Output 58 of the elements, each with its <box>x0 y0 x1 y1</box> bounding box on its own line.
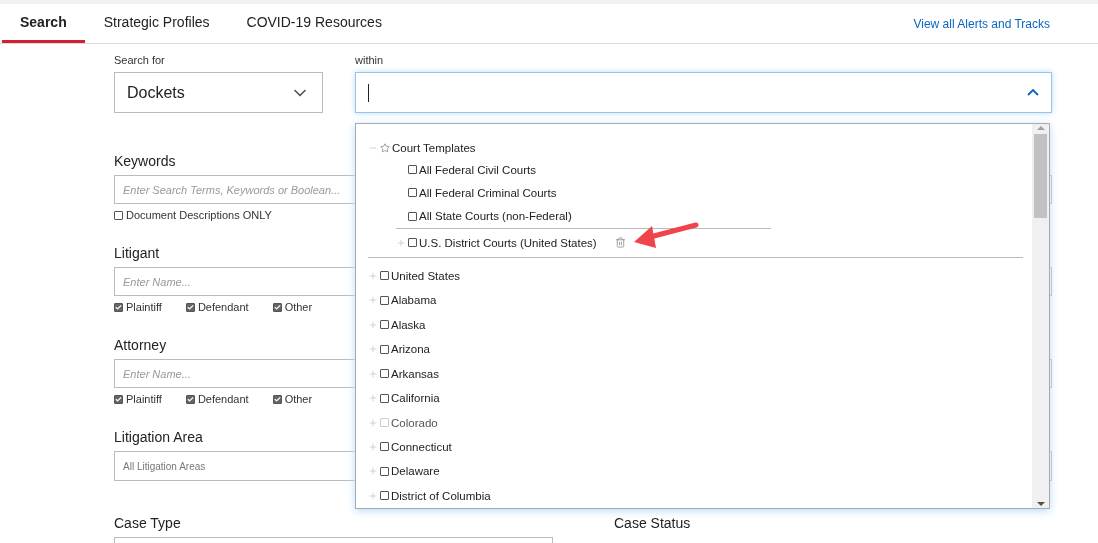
field-label: Attorney <box>114 337 167 353</box>
arrow-drawing <box>632 220 700 250</box>
checkbox-label: Other <box>284 301 313 313</box>
checkbox-label: Plaintiff <box>126 301 162 313</box>
checkbox[interactable] <box>408 188 417 198</box>
within-field[interactable] <box>355 72 1052 113</box>
checkbox[interactable] <box>380 369 389 379</box>
checkbox[interactable] <box>380 491 389 501</box>
checkbox[interactable] <box>380 393 389 403</box>
scrollbar[interactable] <box>1032 124 1049 508</box>
checkbox[interactable] <box>380 295 389 305</box>
checkbox[interactable] <box>408 211 417 221</box>
checkbox[interactable] <box>114 302 123 312</box>
tree-item[interactable]: Arkansas <box>391 367 439 380</box>
tab[interactable]: Search <box>2 4 85 43</box>
tree-item[interactable]: United States <box>391 269 461 282</box>
checkbox[interactable] <box>114 210 123 220</box>
tree-item[interactable]: Alaska <box>391 318 426 331</box>
checkbox[interactable] <box>380 466 389 476</box>
tree-item[interactable]: U.S. District Courts (United States) <box>419 236 597 249</box>
checkbox-label: Document Descriptions ONLY <box>126 209 272 221</box>
tree-item[interactable]: Court Templates <box>392 141 476 154</box>
checkbox-label: Defendant <box>197 301 249 313</box>
checkbox[interactable] <box>380 320 389 330</box>
field-label: Keywords <box>114 153 176 169</box>
tab[interactable]: COVID-19 Resources <box>228 4 400 43</box>
checkbox-label: Defendant <box>197 393 249 405</box>
tab[interactable]: Strategic Profiles <box>85 4 228 43</box>
checkbox[interactable] <box>408 238 417 248</box>
star-icon <box>380 142 390 153</box>
checkbox[interactable] <box>408 165 417 175</box>
alerts-link[interactable]: View all Alerts and Tracks <box>913 16 1050 31</box>
field-label: Case Type <box>114 515 181 531</box>
checkbox-label: Plaintiff <box>126 393 162 405</box>
field-label: Litigant <box>114 245 160 261</box>
tree-item[interactable]: Delaware <box>391 465 440 478</box>
checkbox[interactable] <box>272 394 282 404</box>
field-label: within <box>355 54 385 66</box>
tree-item[interactable]: All State Courts (non-Federal) <box>419 210 572 223</box>
checkbox[interactable] <box>380 271 389 281</box>
tree-item[interactable]: District of Columbia <box>391 489 491 502</box>
checkbox[interactable] <box>114 394 123 404</box>
checkbox-label: Other <box>284 393 313 405</box>
tree-item[interactable]: Alabama <box>391 294 437 307</box>
tree-item[interactable]: California <box>391 392 440 405</box>
checkbox[interactable] <box>380 442 389 452</box>
field-label: Litigation Area <box>114 429 203 445</box>
checkbox[interactable] <box>272 302 282 312</box>
tree-item[interactable]: All Federal Civil Courts <box>419 163 536 176</box>
checkbox[interactable] <box>380 344 389 354</box>
tree-item[interactable]: Connecticut <box>391 440 452 453</box>
tree-item[interactable]: Arizona <box>391 343 430 356</box>
checkbox[interactable] <box>185 394 195 404</box>
tree-item[interactable]: All Federal Criminal Courts <box>419 186 557 199</box>
field-label: Search for <box>114 54 166 66</box>
field-label: Case Status <box>614 515 691 531</box>
search-type-select[interactable]: Dockets <box>114 72 323 113</box>
checkbox[interactable] <box>185 302 195 312</box>
